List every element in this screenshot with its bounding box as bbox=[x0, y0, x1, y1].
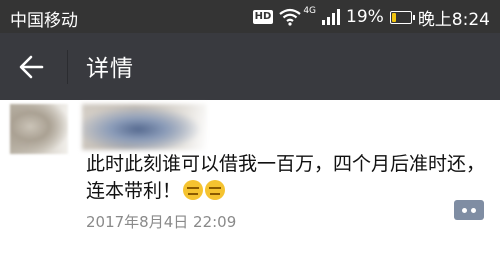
carrier-name: 中国移动 bbox=[10, 11, 78, 31]
back-button[interactable] bbox=[14, 49, 50, 85]
status-bar: 中国移动 HD 4G 19% 晚上8:24 bbox=[0, 0, 500, 33]
wifi-icon bbox=[279, 8, 301, 26]
post-body: 此时此刻谁可以借我一百万，四个月后准时还，连本带利！ bbox=[86, 153, 486, 202]
clock: 晚上8:24 bbox=[417, 9, 490, 30]
comment-dots-icon bbox=[471, 208, 476, 213]
hd-badge: HD bbox=[252, 10, 274, 24]
username-blurred[interactable] bbox=[82, 104, 207, 150]
page-title: 详情 bbox=[86, 56, 134, 82]
title-divider bbox=[67, 50, 68, 84]
post-text: 此时此刻谁可以借我一百万，四个月后准时还，连本带利！ bbox=[86, 151, 486, 205]
title-bar: 详情 bbox=[0, 33, 500, 100]
battery-icon bbox=[389, 10, 415, 24]
battery-percent: 19% bbox=[346, 7, 384, 27]
avatar[interactable] bbox=[10, 104, 68, 154]
battery-level bbox=[391, 12, 396, 22]
expressionless-face-icon bbox=[183, 180, 204, 200]
arrow-left-icon bbox=[19, 55, 44, 79]
expressionless-face-icon bbox=[205, 180, 226, 200]
status-icons: HD 4G 19% 晚上8:24 bbox=[252, 5, 490, 30]
comment-dots-icon bbox=[462, 208, 467, 213]
comment-button[interactable] bbox=[454, 200, 484, 220]
network-type: 4G bbox=[303, 6, 317, 16]
post-timestamp: 2017年8月4日 22:09 bbox=[86, 213, 237, 231]
post-detail: 此时此刻谁可以借我一百万，四个月后准时还，连本带利！ 2017年8月4日 22:… bbox=[0, 100, 500, 262]
signal-icon bbox=[322, 9, 341, 25]
